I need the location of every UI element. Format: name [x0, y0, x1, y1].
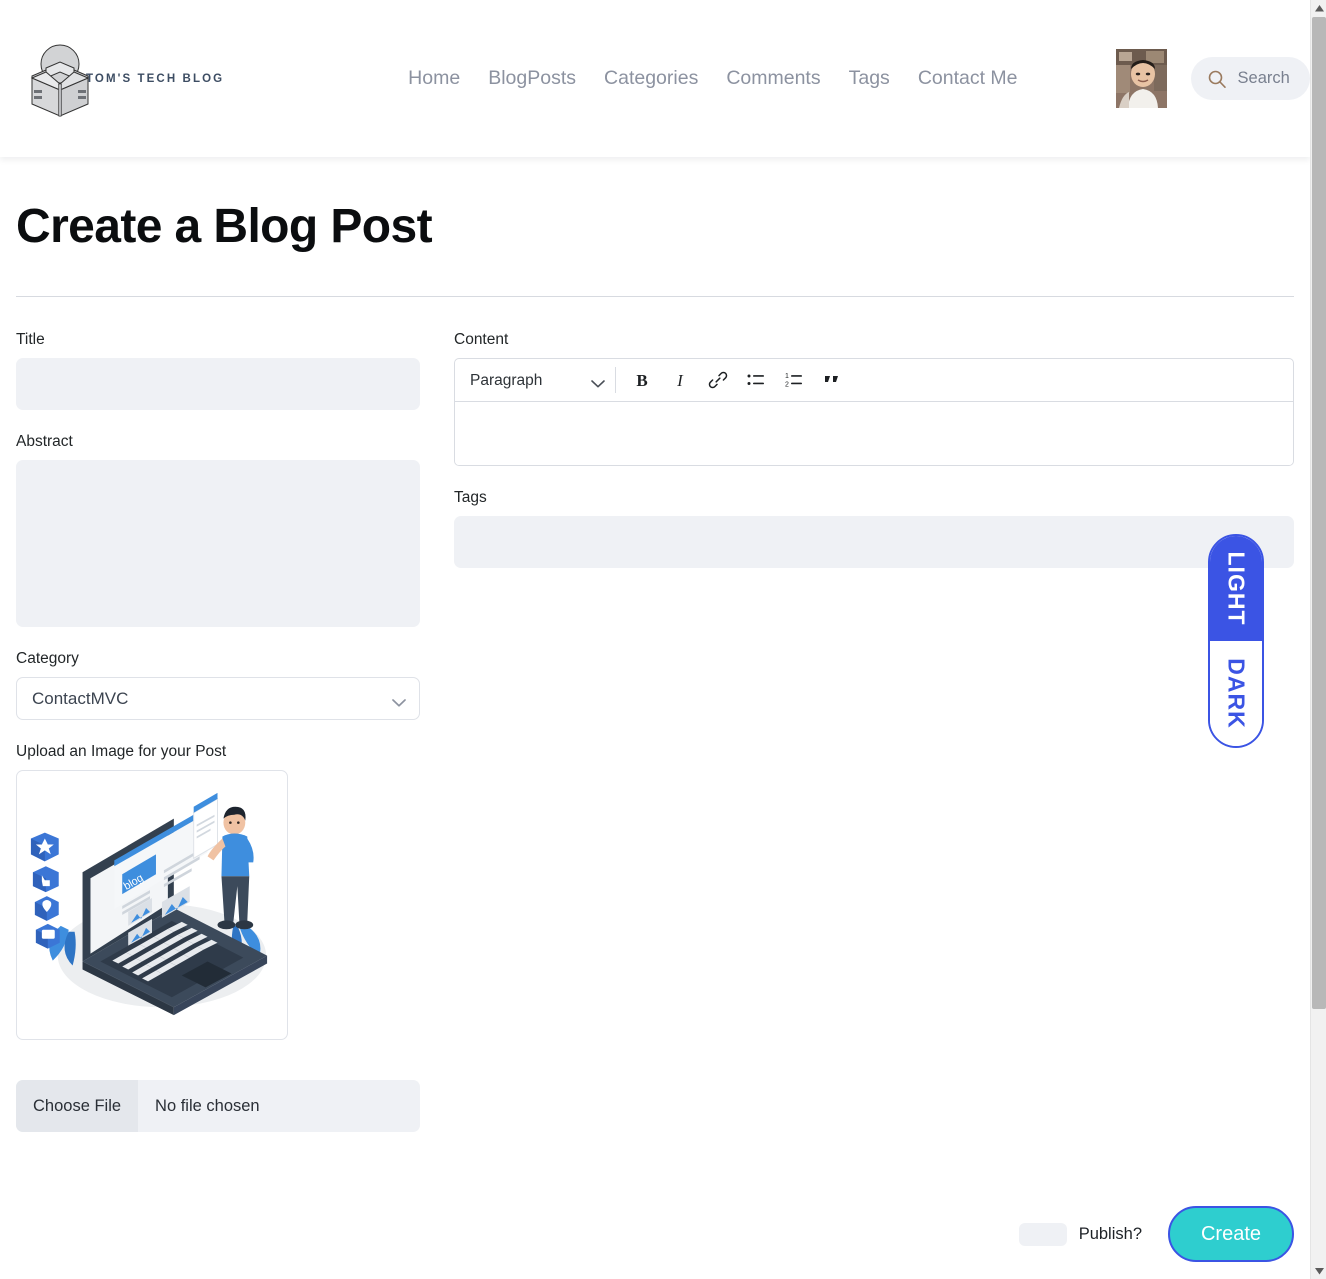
nav-link-categories[interactable]: Categories — [590, 67, 712, 90]
avatar[interactable] — [1115, 49, 1167, 108]
numbered-list-icon: 1 2 — [784, 370, 804, 390]
title-input[interactable] — [16, 358, 420, 411]
field-content: Content Paragraph B I 1 2 — [454, 331, 1294, 467]
bold-button[interactable]: B — [625, 364, 659, 396]
publish-checkbox[interactable] — [1018, 1222, 1067, 1246]
tags-input[interactable] — [454, 516, 1294, 569]
theme-toggle-dark-option[interactable]: DARK — [1210, 641, 1262, 746]
nav-link-contact-me[interactable]: Contact Me — [904, 67, 1032, 90]
theme-toggle[interactable]: LIGHT DARK — [1208, 534, 1264, 748]
file-status-text: No file chosen — [155, 1096, 260, 1115]
choose-file-button[interactable]: Choose File — [16, 1080, 139, 1133]
block-format-select[interactable]: Paragraph — [465, 365, 611, 396]
main-navigation: Home BlogPosts Categories Comments Tags … — [394, 67, 1031, 90]
form-column-right: Content Paragraph B I 1 2 Tags — [454, 331, 1294, 1155]
editor-toolbar: Paragraph B I 1 2 — [455, 359, 1293, 403]
search-icon — [1207, 69, 1227, 89]
svg-text:2: 2 — [785, 382, 789, 389]
image-preview-card[interactable]: blog — [16, 770, 288, 1041]
nav-link-home[interactable]: Home — [394, 67, 474, 90]
publish-label: Publish? — [1078, 1224, 1142, 1243]
numbered-list-button[interactable]: 1 2 — [777, 364, 811, 396]
blog-post-illustration-icon: blog — [23, 777, 281, 1033]
scroll-up-arrow-icon[interactable] — [1311, 0, 1326, 16]
svg-text:I: I — [676, 371, 684, 390]
nav-link-comments[interactable]: Comments — [712, 67, 834, 90]
bullet-list-button[interactable] — [739, 364, 773, 396]
bold-icon: B — [632, 370, 652, 390]
content-label: Content — [454, 331, 509, 349]
brand-text: TOM'S TECH BLOG — [86, 72, 225, 85]
nav-link-tags[interactable]: Tags — [835, 67, 904, 90]
create-post-form: Title Abstract Category ContactMVC Uploa… — [16, 331, 1294, 1155]
create-button[interactable]: Create — [1168, 1206, 1294, 1262]
page-scrollbar[interactable] — [1310, 0, 1326, 1279]
theme-toggle-light-label: LIGHT — [1223, 551, 1250, 626]
theme-toggle-light-option[interactable]: LIGHT — [1210, 536, 1262, 641]
form-column-left: Title Abstract Category ContactMVC Uploa… — [16, 331, 420, 1155]
field-category: Category ContactMVC — [16, 650, 420, 721]
category-label: Category — [16, 650, 79, 668]
blockquote-icon — [822, 370, 842, 390]
theme-toggle-dark-label: DARK — [1223, 658, 1250, 729]
bullet-list-icon — [746, 370, 766, 390]
title-divider — [16, 296, 1294, 298]
book-reader-logo-icon — [26, 38, 94, 120]
svg-text:B: B — [636, 371, 647, 390]
toolbar-divider — [615, 367, 616, 394]
svg-text:1: 1 — [785, 373, 789, 380]
link-icon — [708, 370, 728, 390]
upload-image-label: Upload an Image for your Post — [16, 743, 227, 761]
page-root: TOM'S TECH BLOG Home BlogPosts Categorie… — [0, 0, 1310, 1279]
page-title: Create a Blog Post — [16, 200, 433, 253]
site-logo-link[interactable]: TOM'S TECH BLOG — [26, 38, 224, 120]
nav-link-blogposts[interactable]: BlogPosts — [474, 67, 590, 90]
field-upload-image: Upload an Image for your Post blog Choos… — [16, 743, 420, 1133]
scrollbar-thumb[interactable] — [1312, 17, 1326, 1009]
site-header: TOM'S TECH BLOG Home BlogPosts Categorie… — [0, 0, 1310, 157]
italic-button[interactable]: I — [663, 364, 697, 396]
main-content: Create a Blog Post Title Abstract Catego… — [0, 157, 1310, 1155]
category-select[interactable]: ContactMVC — [16, 677, 420, 721]
link-button[interactable] — [701, 364, 735, 396]
tags-label: Tags — [454, 489, 487, 507]
abstract-label: Abstract — [16, 433, 73, 451]
italic-icon: I — [670, 370, 690, 390]
abstract-textarea[interactable] — [16, 460, 420, 628]
blockquote-button[interactable] — [815, 364, 849, 396]
rich-text-editor: Paragraph B I 1 2 — [454, 358, 1294, 467]
scroll-down-arrow-icon[interactable] — [1311, 1263, 1326, 1279]
file-input-row[interactable]: Choose File No file chosen — [16, 1080, 420, 1133]
block-format-wrap: Paragraph — [465, 365, 611, 396]
field-tags: Tags — [454, 489, 1294, 569]
field-title: Title — [16, 331, 420, 411]
form-actions: Publish? Create — [1018, 1206, 1294, 1262]
field-abstract: Abstract — [16, 433, 420, 628]
title-label: Title — [16, 331, 45, 349]
search-input[interactable] — [1237, 69, 1294, 88]
search-box[interactable] — [1190, 57, 1310, 100]
content-editor-body[interactable] — [455, 402, 1293, 466]
browser-viewport: TOM'S TECH BLOG Home BlogPosts Categorie… — [0, 0, 1326, 1279]
